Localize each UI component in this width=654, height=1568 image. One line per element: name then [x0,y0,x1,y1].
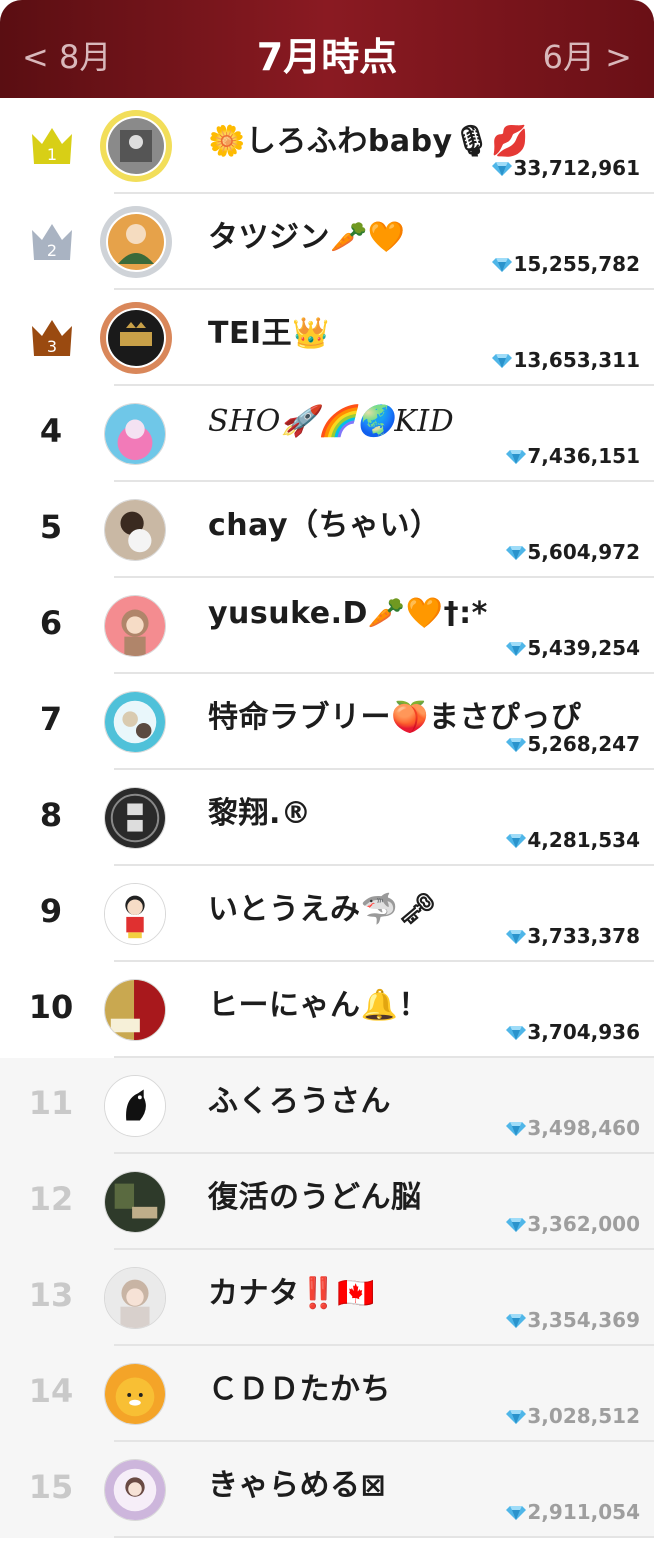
ranking-row[interactable]: 13 カナタ‼️🇨🇦 3,354,369 [0,1250,654,1346]
user-name: 復活のうどん脳 [208,1180,422,1215]
user-name: ＣＤＤたかち [208,1372,391,1407]
rank-number: 3 [47,337,57,356]
diamond-icon [506,1218,526,1232]
avatar[interactable] [104,1363,166,1425]
score: 13,653,311 [492,348,640,372]
score: 15,255,782 [492,252,640,276]
avatar[interactable] [104,979,166,1041]
diamond-icon [506,1410,526,1424]
rank-number: 15 [28,1468,74,1506]
diamond-icon [492,258,512,272]
avatar[interactable] [98,300,174,376]
ranking-row[interactable]: 7 特命ラブリー🍑まさぴっぴ 5,268,247 [0,674,654,770]
rank-number: 14 [28,1372,74,1410]
avatar[interactable] [104,691,166,753]
avatar[interactable] [104,1171,166,1233]
score: 4,281,534 [506,828,640,852]
user-name: タツジン🥕🧡 [208,220,406,255]
diamond-icon [506,1122,526,1136]
avatar[interactable] [98,204,174,280]
ranking-row[interactable]: 10 ヒーにゃん🔔！ 3,704,936 [0,962,654,1058]
avatar[interactable] [104,1075,166,1137]
score: 3,498,460 [506,1116,640,1140]
ranking-row[interactable]: 8 黎翔.® 4,281,534 [0,770,654,866]
avatar[interactable] [104,595,166,657]
score: 3,028,512 [506,1404,640,1428]
user-name: 🌼しろふわbaby🎙💋 [208,124,530,159]
ranking-row[interactable]: 4 SHO🚀🌈🌏KID 7,436,151 [0,386,654,482]
diamond-icon [506,834,526,848]
diamond-icon [506,738,526,752]
diamond-icon [506,1506,526,1520]
score: 3,354,369 [506,1308,640,1332]
rank-number: 11 [28,1084,74,1122]
rank-number: 7 [39,700,63,738]
user-name: chay（ちゃい） [208,508,441,543]
score: 7,436,151 [506,444,640,468]
diamond-icon [506,930,526,944]
user-name: SHO🚀🌈🌏KID [208,404,455,439]
score: 3,362,000 [506,1212,640,1236]
rank-number: 2 [47,241,57,260]
avatar[interactable] [104,403,166,465]
rank-number: 10 [28,988,74,1026]
diamond-icon [492,354,512,368]
ranking-row[interactable]: 14 ＣＤＤたかち 3,028,512 [0,1346,654,1442]
user-name: ふくろうさん [208,1084,391,1119]
avatar[interactable] [104,883,166,945]
avatar[interactable] [104,1267,166,1329]
ranking-row[interactable]: 5 chay（ちゃい） 5,604,972 [0,482,654,578]
score: 2,911,054 [506,1500,640,1524]
user-name: カナタ‼️🇨🇦 [208,1276,376,1311]
avatar[interactable] [104,499,166,561]
user-name: TEI王👑 [208,316,330,351]
score: 33,712,961 [492,156,640,180]
user-name: ヒーにゃん🔔！ [208,988,429,1023]
ranking-row[interactable]: 1 🌼しろふわbaby🎙💋 33,712,961 [0,98,654,194]
ranking-row[interactable]: 2 タツジン🥕🧡 15,255,782 [0,194,654,290]
user-name: 特命ラブリー🍑まさぴっぴ [208,700,582,735]
user-name: きゃらめる⊠ [208,1468,387,1503]
rank-number: 9 [39,892,63,930]
user-name: yusuke.D🥕🧡†:* [208,596,488,631]
divider [114,1536,654,1538]
user-name: いとうえみ🦈🗝 [208,892,437,927]
ranking-row[interactable]: 15 きゃらめる⊠ 2,911,054 [0,1442,654,1538]
rank-number: 4 [39,412,63,450]
diamond-icon [492,162,512,176]
diamond-icon [506,1314,526,1328]
rank-number: 1 [47,145,57,164]
score: 5,268,247 [506,732,640,756]
score: 5,439,254 [506,636,640,660]
user-name: 黎翔.® [208,796,312,831]
score: 3,733,378 [506,924,640,948]
avatar[interactable] [104,787,166,849]
ranking-row[interactable]: 12 復活のうどん脳 3,362,000 [0,1154,654,1250]
ranking-row[interactable]: 6 yusuke.D🥕🧡†:* 5,439,254 [0,578,654,674]
avatar[interactable] [104,1459,166,1521]
ranking-list: 1 🌼しろふわbaby🎙💋 33,712,961 2 タツジン🥕🧡 15,255… [0,98,654,1538]
diamond-icon [506,642,526,656]
rank-number: 12 [28,1180,74,1218]
score: 3,704,936 [506,1020,640,1044]
diamond-icon [506,450,526,464]
score: 5,604,972 [506,540,640,564]
diamond-icon [506,546,526,560]
rank-number: 13 [28,1276,74,1314]
silver-crown-icon: 2 [32,224,72,260]
ranking-header: < 8月 7月時点 6月 > [0,0,654,98]
rank-number: 6 [39,604,63,642]
gold-crown-icon: 1 [32,128,72,164]
rank-number: 5 [39,508,63,546]
ranking-row[interactable]: 9 いとうえみ🦈🗝 3,733,378 [0,866,654,962]
ranking-row[interactable]: 3 TEI王👑 13,653,311 [0,290,654,386]
bronze-crown-icon: 3 [32,320,72,356]
ranking-row[interactable]: 11 ふくろうさん 3,498,460 [0,1058,654,1154]
diamond-icon [506,1026,526,1040]
avatar[interactable] [98,108,174,184]
rank-number: 8 [39,796,63,834]
next-month-button[interactable]: 6月 > [543,32,632,78]
